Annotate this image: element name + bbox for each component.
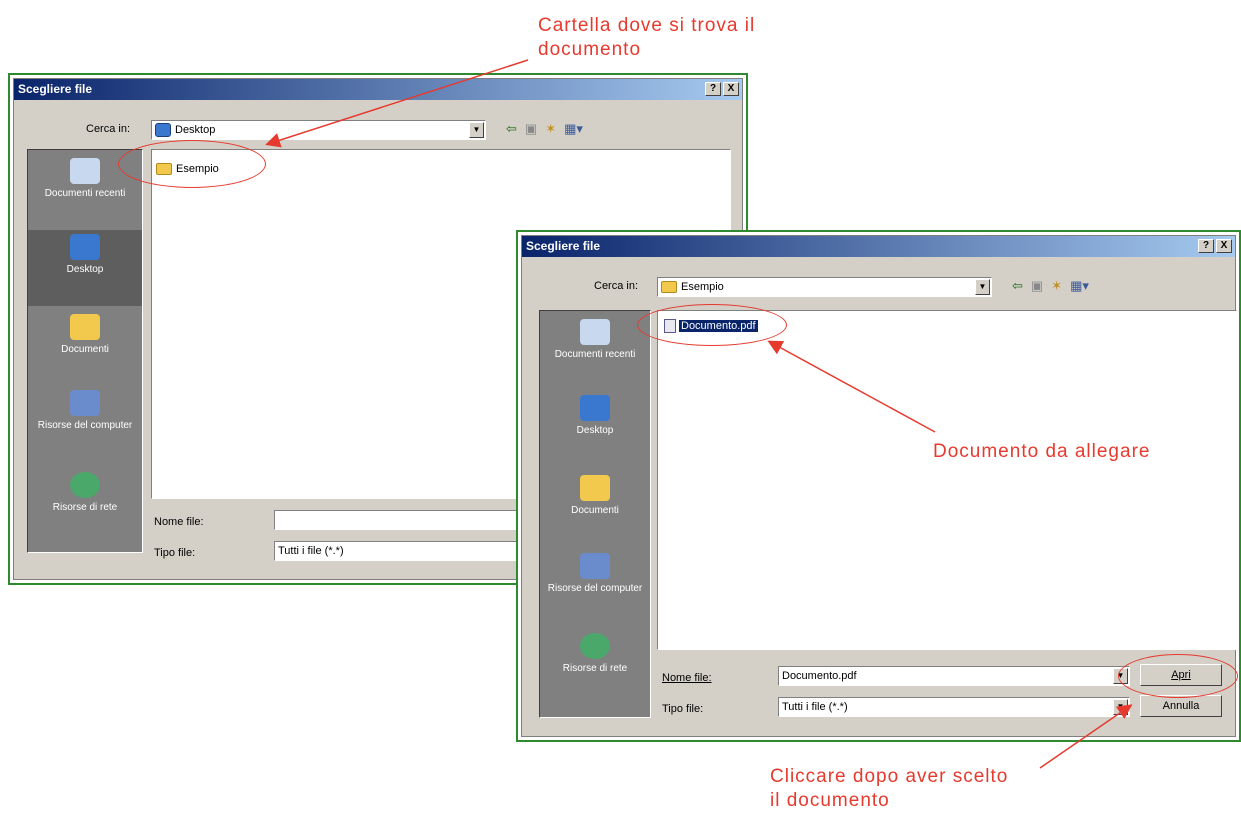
arrow-to-folder — [265, 59, 529, 148]
arrow-to-open-button — [1039, 704, 1133, 769]
annotation-arrows — [265, 59, 1133, 769]
arrow-to-document — [767, 340, 936, 433]
